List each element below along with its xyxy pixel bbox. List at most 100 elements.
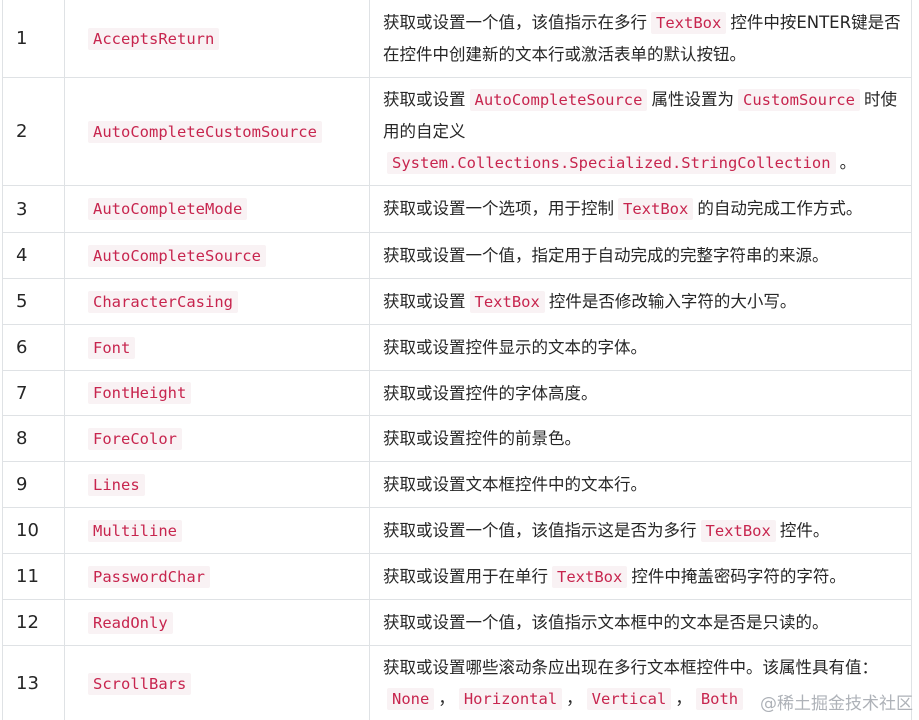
description-text: ，: [675, 689, 692, 708]
description-text: 获取或设置文本框控件中的文本行。: [383, 475, 647, 494]
watermark: @稀土掘金技术社区: [760, 694, 913, 714]
table-row: 1 AcceptsReturn 获取或设置一个值，该值指示在多行 TextBox 控件中…: [2, 0, 912, 78]
row-number: 7: [2, 370, 65, 416]
table-row: 8 ForeColor 获取或设置控件的前景色。: [2, 415, 912, 462]
description-text: 的自动完成工作方式。: [697, 199, 863, 218]
property-description: 获取或设置一个值，指定用于自动完成的完整字符串的来源。: [369, 232, 912, 279]
table-row: 10 Multiline 获取或设置一个值，该值指示这是否为多行 TextBox 控件。: [2, 507, 912, 554]
property-name-cell: ScrollBars: [64, 645, 370, 720]
property-name-cell: ForeColor: [64, 415, 370, 462]
inline-code: TextBox: [552, 565, 628, 588]
row-number: 1: [2, 0, 65, 78]
description-text: 获取或设置控件显示的文本的字体。: [383, 338, 647, 357]
row-number: 5: [2, 278, 65, 325]
property-name-cell: ReadOnly: [64, 599, 370, 646]
description-text: 控件。: [779, 520, 830, 540]
property-description: 获取或设置一个值，该值指示在多行 TextBox 控件中按ENTER键是否在控件中创…: [369, 0, 912, 78]
row-number: 3: [2, 185, 65, 233]
property-name-cell: Font: [64, 324, 370, 371]
description-text: 获取或设置: [383, 90, 466, 109]
inline-code: Both: [695, 688, 744, 710]
property-description: 获取或设置控件的前景色。: [369, 415, 912, 462]
row-number: 11: [2, 553, 65, 600]
inline-code: TextBox: [651, 12, 727, 34]
property-name-cell: AutoCompleteMode: [64, 185, 370, 233]
description-text: 获取或设置控件的字体高度。: [383, 383, 598, 403]
table-row: 6 Font 获取或设置控件显示的文本的字体。: [2, 324, 912, 371]
inline-code: Horizontal: [458, 688, 563, 710]
description-text: 获取或设置一个值，该值指示在多行: [383, 13, 647, 32]
property-name: CharacterCasing: [88, 290, 238, 313]
description-text: 获取或设置用于在单行: [383, 566, 548, 586]
inline-code: System.Collections.Specialized.StringCol…: [387, 152, 836, 174]
row-number: 12: [2, 599, 65, 646]
table-row: 7 FontHeight 获取或设置控件的字体高度。: [2, 370, 912, 416]
property-name: Lines: [88, 473, 145, 496]
table-row: 9 Lines 获取或设置文本框控件中的文本行。: [2, 461, 912, 508]
row-number: 2: [2, 77, 65, 186]
property-name: AutoCompleteCustomSource: [88, 120, 322, 143]
property-name-cell: AutoCompleteCustomSource: [64, 77, 370, 186]
property-description: 获取或设置 AutoCompleteSource 属性设置为 CustomSource…: [369, 77, 912, 186]
inline-code: TextBox: [700, 519, 776, 542]
property-description: 获取或设置控件显示的文本的字体。: [369, 324, 912, 371]
properties-table-body: 1 AcceptsReturn 获取或设置一个值，该值指示在多行 TextBox 控件中…: [2, 0, 912, 720]
description-text: 。: [839, 153, 857, 172]
description-text: 控件是否修改输入字符的大小写。: [548, 291, 797, 311]
description-text: 获取或设置一个值，该值指示文本框中的文本是否是只读的。: [383, 613, 829, 632]
description-text: 获取或设置: [383, 291, 466, 311]
description-text: 获取或设置哪些滚动条应出现在多行文本框控件中。该属性具有值：: [383, 658, 878, 677]
property-description: 获取或设置文本框控件中的文本行。: [369, 461, 912, 508]
property-name: PasswordChar: [88, 565, 210, 588]
description-text: ，: [566, 689, 583, 708]
properties-table: 1 AcceptsReturn 获取或设置一个值，该值指示在多行 TextBox 控件中…: [2, 0, 912, 720]
property-name: ScrollBars: [88, 672, 192, 695]
description-text: 属性设置为: [651, 90, 734, 109]
inline-code: Vertical: [586, 688, 672, 710]
property-name-cell: CharacterCasing: [64, 278, 370, 325]
inline-code: AutoCompleteSource: [469, 89, 648, 111]
table-row: 11 PasswordChar 获取或设置用于在单行 TextBox 控件中掩盖密码字符…: [2, 553, 912, 600]
property-description: 获取或设置控件的字体高度。: [369, 370, 912, 416]
property-description: 获取或设置用于在单行 TextBox 控件中掩盖密码字符的字符。: [369, 553, 912, 600]
property-name: AcceptsReturn: [88, 27, 220, 50]
description-text: 获取或设置控件的前景色。: [383, 429, 581, 448]
inline-code: TextBox: [618, 198, 694, 220]
property-name-cell: Multiline: [64, 507, 370, 554]
row-number: 8: [2, 415, 65, 462]
property-name-cell: FontHeight: [64, 370, 370, 416]
table-row: 2 AutoCompleteCustomSource 获取或设置 AutoComple…: [2, 77, 912, 186]
row-number: 13: [2, 645, 65, 720]
property-name: Multiline: [88, 519, 182, 542]
property-name-cell: AutoCompleteSource: [64, 232, 370, 279]
description-text: 获取或设置一个选项，用于控制: [383, 199, 614, 218]
row-number: 9: [2, 461, 65, 508]
property-description: 获取或设置一个值，该值指示这是否为多行 TextBox 控件。: [369, 507, 912, 554]
table-row: 4 AutoCompleteSource 获取或设置一个值，指定用于自动完成的完整字…: [2, 232, 912, 279]
property-name-cell: AcceptsReturn: [64, 0, 370, 78]
property-name: ReadOnly: [88, 611, 173, 634]
row-number: 6: [2, 324, 65, 371]
property-description: 获取或设置一个选项，用于控制 TextBox 的自动完成工作方式。: [369, 185, 912, 233]
description-text: 控件中掩盖密码字符的字符。: [631, 566, 846, 586]
property-description: 获取或设置一个值，该值指示文本框中的文本是否是只读的。: [369, 599, 912, 646]
inline-code: TextBox: [469, 290, 545, 313]
property-name: Font: [88, 336, 136, 359]
table-row: 12 ReadOnly 获取或设置一个值，该值指示文本框中的文本是否是只读的。: [2, 599, 912, 646]
description-text: 获取或设置一个值，该值指示这是否为多行: [383, 520, 697, 540]
property-name-cell: PasswordChar: [64, 553, 370, 600]
inline-code: CustomSource: [737, 89, 860, 111]
property-name: AutoCompleteSource: [88, 244, 266, 267]
property-name: FontHeight: [88, 382, 192, 404]
table-row: 5 CharacterCasing 获取或设置 TextBox 控件是否修改输入字符的大…: [2, 278, 912, 325]
property-description: 获取或设置 TextBox 控件是否修改输入字符的大小写。: [369, 278, 912, 325]
row-number: 4: [2, 232, 65, 279]
table-row: 3 AutoCompleteMode 获取或设置一个选项，用于控制 TextBox 的自…: [2, 185, 912, 233]
description-text: ，: [438, 689, 455, 708]
inline-code: None: [387, 688, 435, 710]
property-name-cell: Lines: [64, 461, 370, 508]
property-name: AutoCompleteMode: [88, 198, 248, 220]
description-text: 获取或设置一个值，指定用于自动完成的完整字符串的来源。: [383, 246, 829, 265]
row-number: 10: [2, 507, 65, 554]
property-name: ForeColor: [88, 427, 182, 450]
